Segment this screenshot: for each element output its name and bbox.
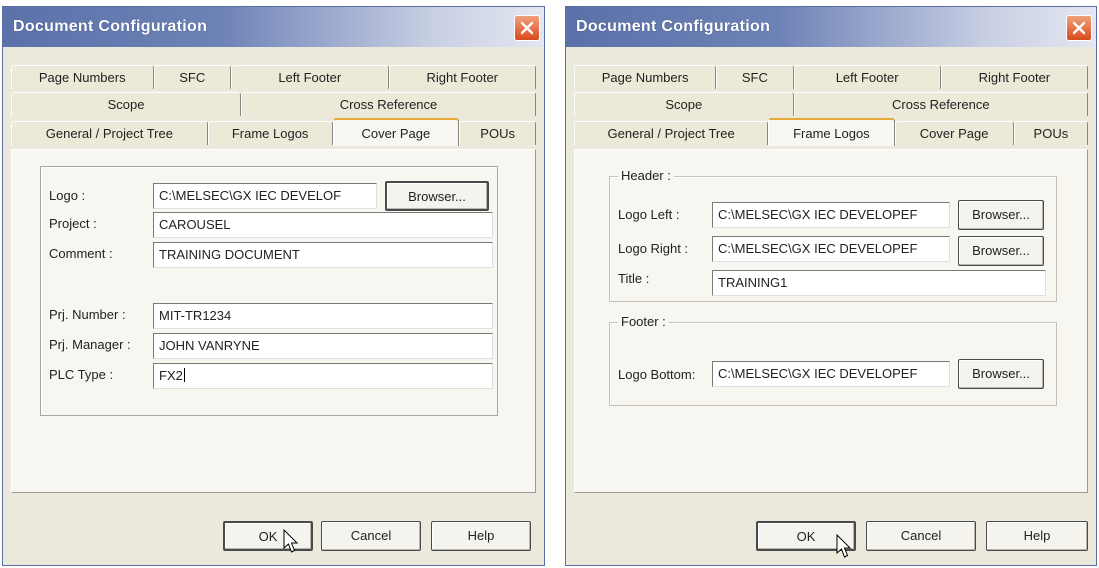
logo-bottom-input[interactable]: C:\MELSEC\GX IEC DEVELOPEF [712,361,950,387]
tab-cover-page[interactable]: Cover Page [332,118,460,146]
frame-logos-panel: Header : Logo Left : C:\MELSEC\GX IEC DE… [574,149,1088,493]
plc-type-input[interactable]: FX2 [153,363,493,389]
close-icon [1072,21,1086,35]
close-button[interactable] [1066,15,1092,41]
logo-left-input[interactable]: C:\MELSEC\GX IEC DEVELOPEF [712,202,950,228]
footer-groupbox: Footer : Logo Bottom: C:\MELSEC\GX IEC D… [609,314,1057,406]
tab-row-1: Page Numbers SFC Left Footer Right Foote… [11,65,536,91]
title-bar[interactable]: Document Configuration [566,7,1096,47]
tab-strip: Page Numbers SFC Left Footer Right Foote… [11,65,536,149]
comment-input[interactable]: TRAINING DOCUMENT [153,242,493,268]
cancel-button[interactable]: Cancel [321,521,421,551]
tab-general-project-tree[interactable]: General / Project Tree [574,121,769,145]
logo-left-label: Logo Left : [618,207,680,222]
logo-bottom-label: Logo Bottom: [618,367,696,382]
cancel-button[interactable]: Cancel [866,521,976,551]
tab-page-numbers[interactable]: Page Numbers [574,65,717,89]
tab-general-project-tree[interactable]: General / Project Tree [11,121,208,145]
prj-manager-label: Prj. Manager : [49,337,131,352]
footer-legend: Footer : [618,314,669,329]
help-button[interactable]: Help [986,521,1088,551]
title-label: Title : [618,271,650,286]
tab-row-1: Page Numbers SFC Left Footer Right Foote… [574,65,1088,91]
logo-right-label: Logo Right : [618,241,689,256]
project-input[interactable]: CAROUSEL [153,212,493,238]
prj-number-input[interactable]: MIT-TR1234 [153,303,493,329]
mouse-pointer-icon [836,534,852,558]
tab-cross-reference[interactable]: Cross Reference [241,92,536,116]
title-input[interactable]: TRAINING1 [712,270,1046,296]
tab-left-footer[interactable]: Left Footer [793,65,941,89]
tab-row-2: Scope Cross Reference [574,92,1088,118]
cover-page-panel: Logo : C:\MELSEC\GX IEC DEVELOF Browser.… [11,149,536,493]
logo-bottom-browse-button[interactable]: Browser... [958,359,1044,389]
tab-right-footer[interactable]: Right Footer [388,65,536,89]
tab-frame-logos[interactable]: Frame Logos [207,121,333,145]
text-caret [183,368,185,382]
cover-page-groupbox: Logo : C:\MELSEC\GX IEC DEVELOF Browser.… [40,166,498,416]
tab-sfc[interactable]: SFC [716,65,794,89]
tab-row-3: General / Project Tree Frame Logos Cover… [574,118,1088,147]
tab-right-footer[interactable]: Right Footer [940,65,1088,89]
mouse-pointer-icon [283,529,299,553]
tab-strip: Page Numbers SFC Left Footer Right Foote… [574,65,1088,149]
help-button[interactable]: Help [431,521,531,551]
tab-sfc[interactable]: SFC [153,65,231,89]
dialog-title: Document Configuration [13,18,208,35]
plc-type-value: FX2 [159,368,183,383]
close-button[interactable] [514,15,540,41]
tab-pous[interactable]: POUs [1013,121,1088,145]
tab-left-footer[interactable]: Left Footer [231,65,389,89]
project-label: Project : [49,216,97,231]
logo-left-browse-button[interactable]: Browser... [958,200,1044,230]
logo-browse-button[interactable]: Browser... [385,181,489,211]
comment-label: Comment : [49,246,113,261]
prj-number-label: Prj. Number : [49,307,126,322]
tab-page-numbers[interactable]: Page Numbers [11,65,154,89]
plc-type-label: PLC Type : [49,367,114,382]
logo-label: Logo : [49,188,86,203]
dialog-title: Document Configuration [576,18,771,35]
header-legend: Header : [618,168,674,183]
tab-frame-logos[interactable]: Frame Logos [768,118,895,146]
header-groupbox: Header : Logo Left : C:\MELSEC\GX IEC DE… [609,168,1057,302]
tab-cover-page[interactable]: Cover Page [894,121,1014,145]
tab-scope[interactable]: Scope [574,92,794,116]
tab-scope[interactable]: Scope [11,92,241,116]
tab-cross-reference[interactable]: Cross Reference [793,92,1088,116]
prj-manager-input[interactable]: JOHN VANRYNE [153,333,493,359]
tab-pous[interactable]: POUs [459,121,536,145]
logo-right-browse-button[interactable]: Browser... [958,236,1044,266]
close-icon [520,21,534,35]
title-bar[interactable]: Document Configuration [3,7,544,47]
tab-row-3: General / Project Tree Frame Logos Cover… [11,118,536,147]
document-configuration-dialog-frame-logos: Document Configuration Page Numbers SFC … [565,6,1097,566]
document-configuration-dialog-cover-page: Document Configuration Page Numbers SFC … [2,6,545,566]
logo-path-input[interactable]: C:\MELSEC\GX IEC DEVELOF [153,183,377,209]
logo-right-input[interactable]: C:\MELSEC\GX IEC DEVELOPEF [712,236,950,262]
tab-row-2: Scope Cross Reference [11,92,536,118]
